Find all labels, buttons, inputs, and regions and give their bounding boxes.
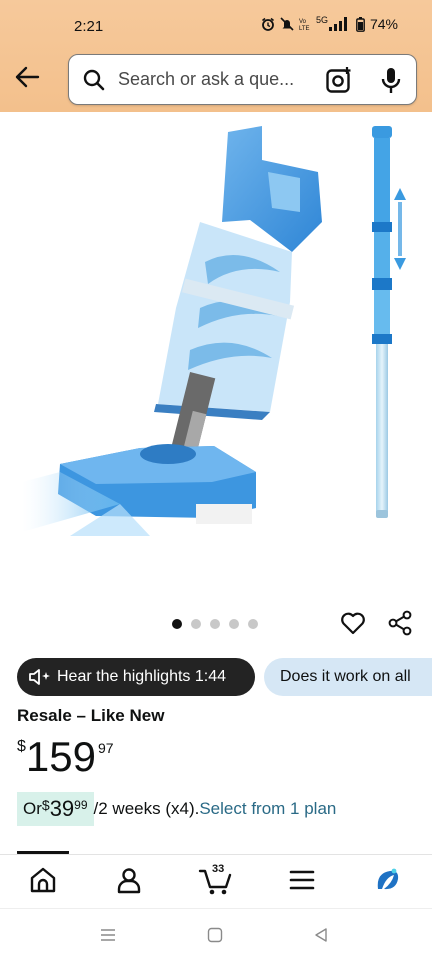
price-symbol: $: [17, 738, 26, 755]
image-pagination[interactable]: [172, 619, 258, 629]
nav-account[interactable]: [114, 865, 144, 900]
home-icon: [30, 867, 56, 893]
battery-icon: [356, 16, 365, 32]
assistant-icon: [377, 868, 399, 890]
product-condition: Resale – Like New: [17, 706, 165, 725]
status-bar: 2:21 Vo LTE 5G 74%: [0, 0, 432, 46]
system-navigation-bar: [0, 908, 432, 960]
signal-icon: [328, 17, 347, 31]
select-plan-link[interactable]: Select from 1 plan: [199, 799, 336, 819]
price-fraction: 97: [97, 740, 114, 756]
hear-highlights-chip[interactable]: Hear the highlights 1:44: [17, 658, 255, 696]
arrow-left-icon: [15, 66, 40, 88]
suggestion-chips: Hear the highlights 1:44 Does it work on…: [17, 658, 432, 696]
pagination-dot[interactable]: [248, 619, 258, 629]
menu-icon: [289, 870, 315, 890]
nav-home[interactable]: [28, 865, 58, 900]
product-image-gallery[interactable]: [0, 112, 432, 602]
volte-icon: VoLTE: [299, 19, 310, 31]
alarm-icon: [261, 17, 274, 31]
installment-price: Or $ 39 99: [17, 792, 94, 826]
microphone-icon[interactable]: [381, 67, 401, 95]
search-icon: [83, 69, 105, 91]
app-header: 2:21 Vo LTE 5G 74% Search or ask a que...: [0, 0, 432, 112]
back-button[interactable]: [12, 62, 42, 92]
svg-text:Vo: Vo: [299, 19, 307, 25]
nav-menu[interactable]: [288, 865, 316, 900]
cart-count-badge: 33: [212, 863, 225, 875]
bottom-navigation: 33: [0, 854, 432, 908]
installment-plan: Or $ 39 99 /2 weeks (x4). Select from 1 …: [17, 792, 336, 826]
plan-prefix: Or: [23, 799, 42, 818]
status-icons: Vo LTE 5G 74%: [261, 15, 398, 32]
plan-suffix: /2 weeks (x4).: [93, 799, 200, 818]
price-whole: 159: [25, 733, 96, 780]
pagination-dot-active[interactable]: [172, 619, 182, 629]
question-chip[interactable]: Does it work on all: [264, 658, 432, 696]
mute-icon: [280, 17, 294, 31]
pagination-dot[interactable]: [210, 619, 220, 629]
share-icon: [388, 610, 412, 636]
plan-fraction: 99: [74, 798, 88, 812]
account-icon: [117, 868, 141, 894]
recent-apps-icon[interactable]: [100, 927, 116, 943]
hear-highlights-label: Hear the highlights 1:44: [57, 668, 226, 685]
search-input[interactable]: Search or ask a que...: [118, 69, 294, 90]
heart-icon: [341, 612, 365, 635]
question-chip-label: Does it work on all: [280, 668, 411, 685]
pagination-dot[interactable]: [229, 619, 239, 629]
pagination-dot[interactable]: [191, 619, 201, 629]
plan-whole: 39: [49, 796, 75, 821]
share-button[interactable]: [387, 610, 413, 641]
back-triangle-icon[interactable]: [313, 927, 329, 943]
status-time: 2:21: [74, 18, 104, 35]
nav-assistant[interactable]: [372, 865, 402, 900]
nav-cart[interactable]: 33: [198, 863, 234, 902]
product-price: $ 159 97: [17, 734, 114, 780]
plan-symbol: $: [41, 797, 50, 813]
svg-text:LTE: LTE: [299, 26, 310, 31]
battery-level: 74%: [369, 16, 398, 32]
search-bar[interactable]: Search or ask a que...: [68, 54, 417, 105]
camera-lens-icon[interactable]: [325, 66, 353, 94]
speaker-sparkle-icon: [29, 669, 50, 685]
network-label: 5G: [315, 15, 328, 25]
product-image: [22, 126, 406, 536]
wishlist-button[interactable]: [340, 610, 366, 641]
home-button-icon[interactable]: [207, 927, 223, 943]
